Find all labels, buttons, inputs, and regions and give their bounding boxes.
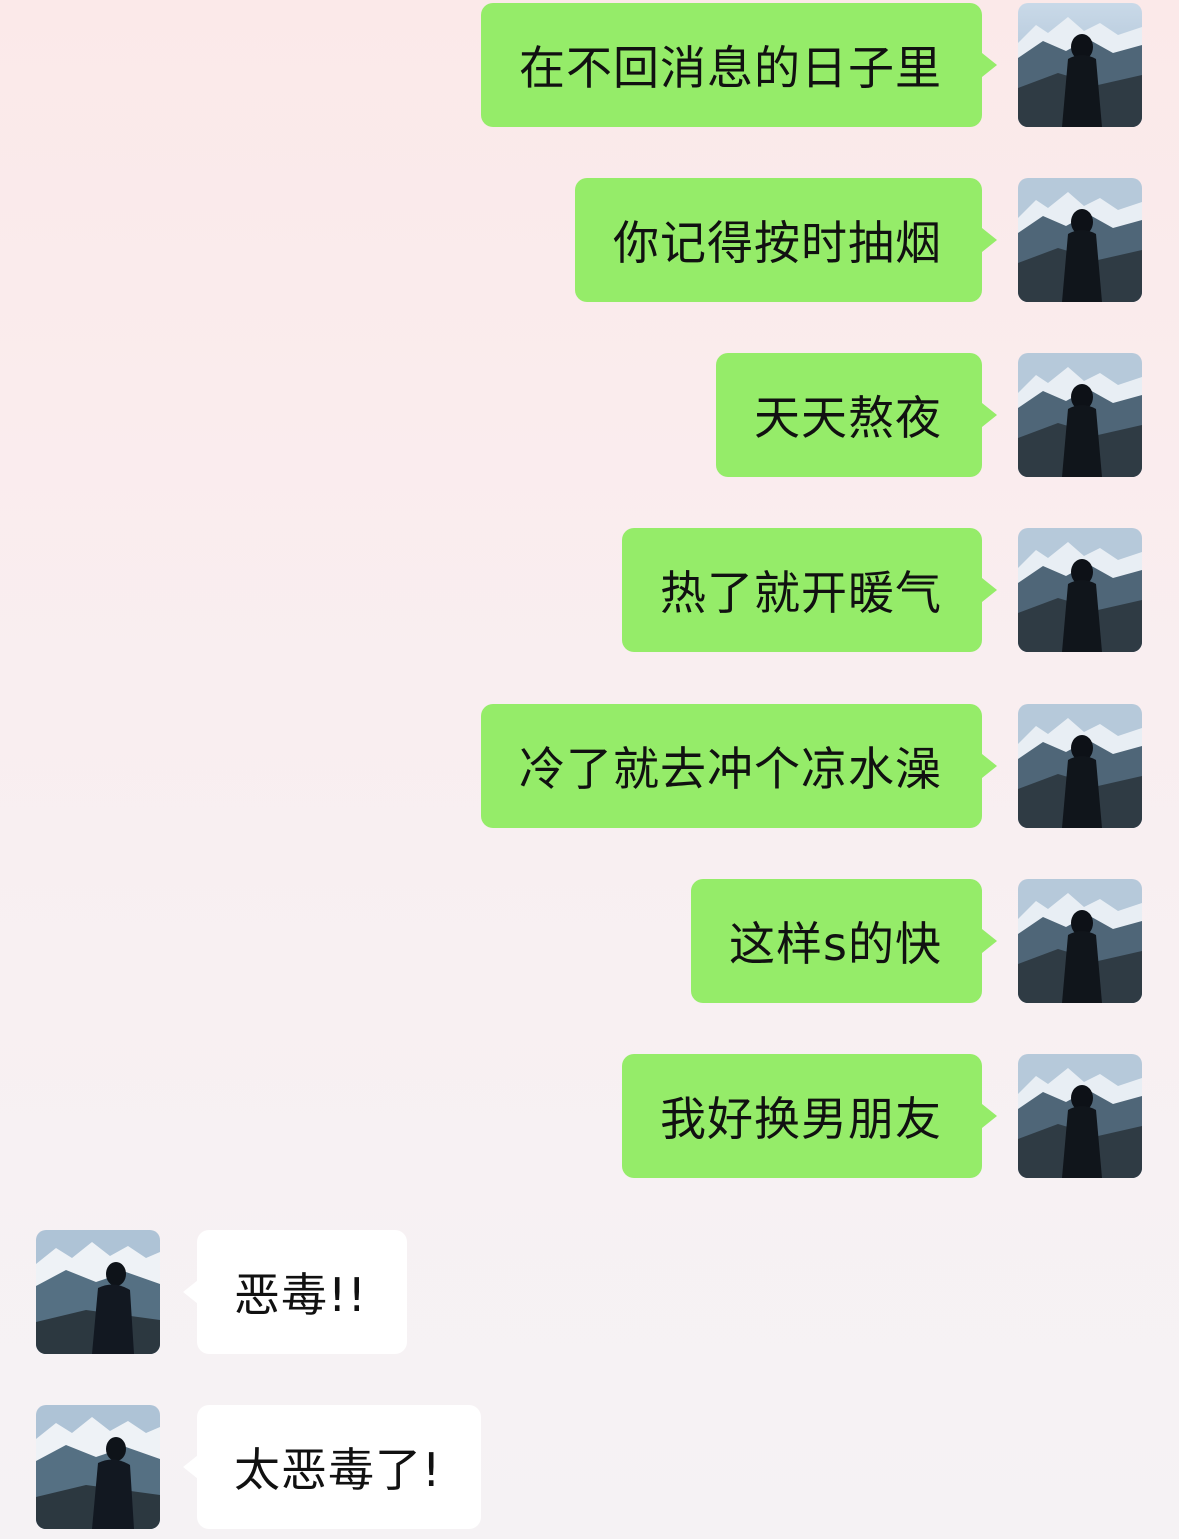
mountain-girl-avatar-icon [1018,3,1142,127]
sender-avatar[interactable] [1018,879,1142,1003]
mountain-girl-avatar-icon [1018,528,1142,652]
message-bubble[interactable]: 你记得按时抽烟 [575,178,982,302]
message-text: 天天熬夜 [754,391,942,445]
mountain-girl-avatar-icon [1018,704,1142,828]
sender-avatar[interactable] [1018,178,1142,302]
message-text: 冷了就去冲个凉水澡 [519,742,942,796]
message-text: 我好换男朋友 [660,1092,942,1146]
bubble-tail [982,578,997,602]
message-text: 这样s的快 [729,917,942,971]
chat-message-outgoing[interactable]: 热了就开暖气 [0,528,1179,652]
chat-message-outgoing[interactable]: 天天熬夜 [0,353,1179,477]
chat-message-incoming[interactable]: 恶毒!! [0,1230,1179,1354]
message-text: 你记得按时抽烟 [613,216,942,270]
message-bubble[interactable]: 冷了就去冲个凉水澡 [481,704,982,828]
chat-message-outgoing[interactable]: 你记得按时抽烟 [0,178,1179,302]
message-bubble[interactable]: 天天熬夜 [716,353,982,477]
bubble-tail [183,1455,198,1479]
sender-avatar[interactable] [1018,704,1142,828]
message-bubble[interactable]: 太恶毒了! [197,1405,482,1529]
mountain-girl-avatar-icon [1018,353,1142,477]
message-text: 热了就开暖气 [660,566,942,620]
sender-avatar[interactable] [1018,528,1142,652]
message-bubble[interactable]: 我好换男朋友 [622,1054,982,1178]
message-text: 太恶毒了! [234,1443,442,1497]
message-bubble[interactable]: 热了就开暖气 [622,528,982,652]
bubble-tail [982,53,997,77]
chat-message-outgoing[interactable]: 这样s的快 [0,879,1179,1003]
mountain-girl-avatar-icon [1018,178,1142,302]
message-text: 恶毒!! [234,1268,367,1322]
bubble-tail [982,929,997,953]
sender-avatar[interactable] [1018,3,1142,127]
contact-avatar[interactable] [36,1405,160,1529]
mountain-boy-avatar-icon [36,1405,160,1529]
chat-message-outgoing[interactable]: 在不回消息的日子里 [0,3,1179,127]
mountain-girl-avatar-icon [1018,879,1142,1003]
sender-avatar[interactable] [1018,353,1142,477]
bubble-tail [982,754,997,778]
mountain-boy-avatar-icon [36,1230,160,1354]
bubble-tail [982,1104,997,1128]
mountain-girl-avatar-icon [1018,1054,1142,1178]
bubble-tail [982,228,997,252]
chat-message-incoming[interactable]: 太恶毒了! [0,1405,1179,1529]
message-bubble[interactable]: 恶毒!! [197,1230,407,1354]
chat-message-outgoing[interactable]: 我好换男朋友 [0,1054,1179,1178]
chat-message-outgoing[interactable]: 冷了就去冲个凉水澡 [0,704,1179,828]
message-bubble[interactable]: 在不回消息的日子里 [481,3,982,127]
message-bubble[interactable]: 这样s的快 [691,879,982,1003]
contact-avatar[interactable] [36,1230,160,1354]
bubble-tail [982,403,997,427]
bubble-tail [183,1280,198,1304]
message-text: 在不回消息的日子里 [519,41,942,95]
sender-avatar[interactable] [1018,1054,1142,1178]
